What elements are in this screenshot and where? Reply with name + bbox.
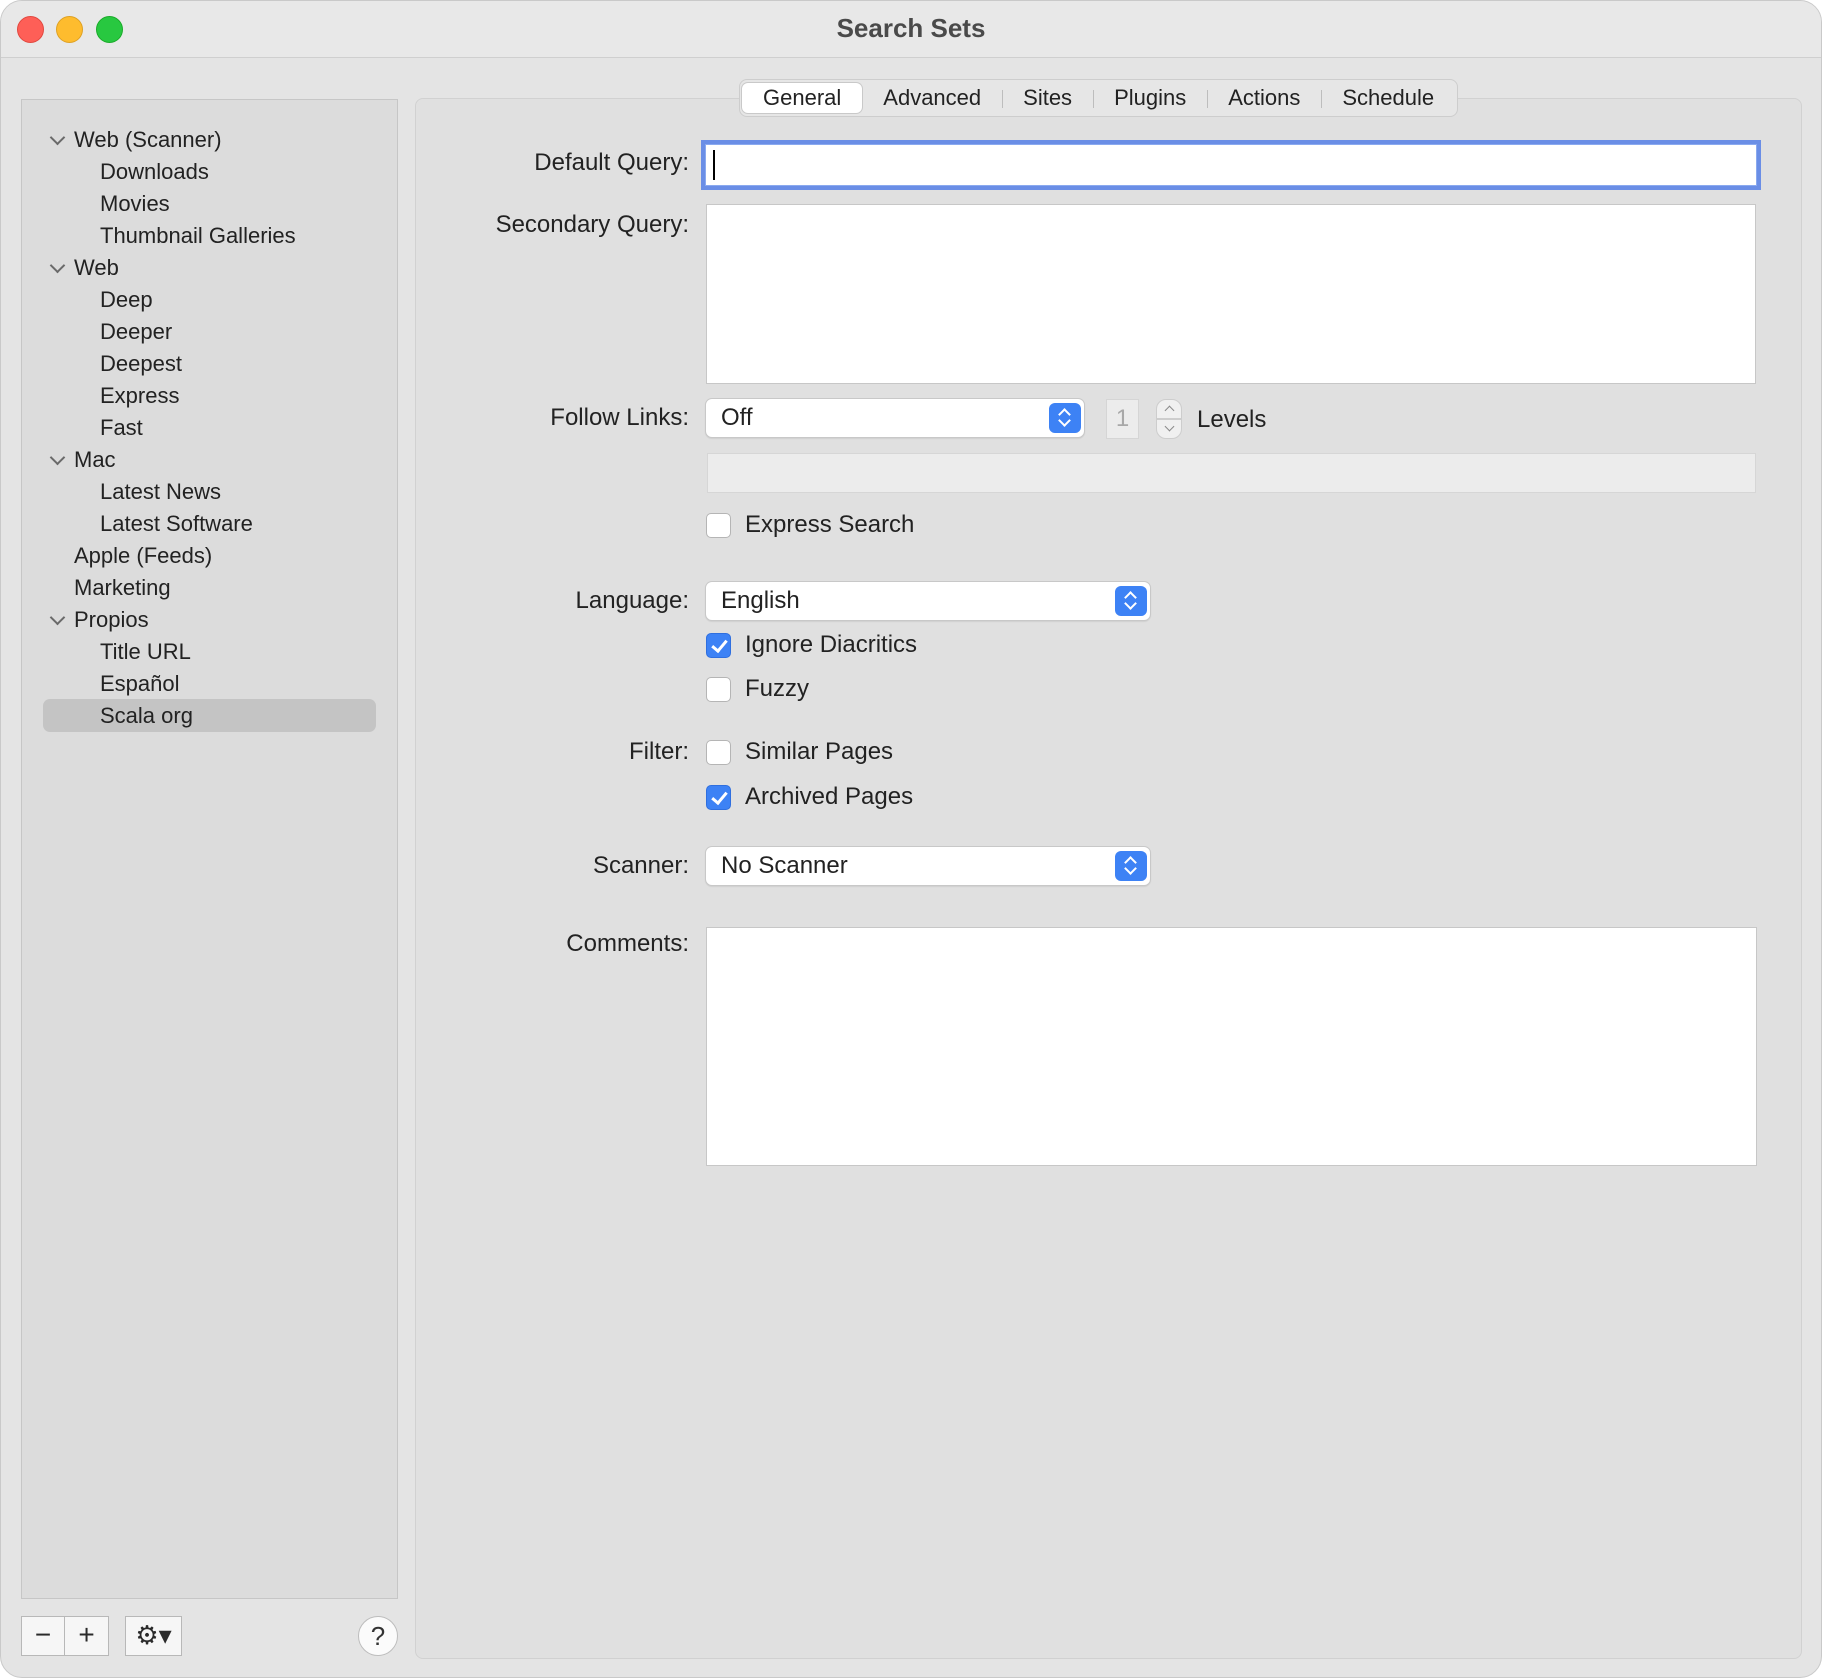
tab-general[interactable]: General [742,83,863,113]
filter-label: Filter: [629,738,689,765]
default-query-label: Default Query: [534,149,689,176]
fuzzy-checkbox[interactable] [706,677,731,702]
language-popup[interactable]: English [705,581,1151,621]
sidebar-item[interactable]: Express [22,380,397,412]
sidebar-item-label: Español [100,671,180,696]
sidebar-item-label: Thumbnail Galleries [100,223,296,248]
disclosure-chevron-icon[interactable] [48,124,68,156]
follow-links-value: Off [721,404,753,431]
popup-arrows-icon [1049,403,1081,433]
sidebar-item[interactable]: Deep [22,284,397,316]
sidebar-item[interactable]: Marketing [22,572,397,604]
sidebar-item[interactable]: Deeper [22,316,397,348]
express-search-checkbox[interactable] [706,513,731,538]
sidebar-item[interactable]: Apple (Feeds) [22,540,397,572]
sidebar-item-label: Express [100,383,180,408]
similar-pages-label: Similar Pages [745,738,894,765]
archived-pages-checkbox[interactable] [706,785,731,810]
sidebar-item[interactable]: Deepest [22,348,397,380]
remove-set-button[interactable]: − [21,1616,65,1656]
sidebar-item[interactable]: Latest News [22,476,397,508]
sidebar-item-label: Movies [100,191,170,216]
text-caret [713,150,715,180]
sidebar-item-label: Propios [74,607,149,632]
tab-bar: General Advanced Sites Plugins Actions S… [739,79,1459,117]
sidebar-item-label: Latest News [100,479,222,504]
scanner-popup[interactable]: No Scanner [705,846,1151,886]
sidebar-item-label: Web [74,255,119,280]
sidebar-item-label: Downloads [100,159,209,184]
stepper-up-icon[interactable] [1156,399,1182,419]
scanner-value: No Scanner [721,852,848,879]
disclosure-chevron-icon[interactable] [48,444,68,476]
sidebar-item-label: Deep [100,287,153,312]
sidebar-item[interactable]: Title URL [22,636,397,668]
sidebar-item[interactable]: Scala org [22,699,397,732]
levels-stepper[interactable] [1156,399,1182,439]
sidebar-item-label: Latest Software [100,511,253,536]
sidebar-item[interactable]: Movies [22,188,397,220]
sidebar-item-label: Apple (Feeds) [74,543,213,568]
help-button[interactable]: ? [358,1616,398,1656]
search-sets-window: Search Sets Web (Scanner) Downloads Movies… [0,0,1822,1678]
tab-actions[interactable]: Actions [1207,83,1321,113]
sidebar-item-label: Fast [100,415,143,440]
scanner-label: Scanner: [592,852,689,879]
sidebar-item[interactable]: Downloads [22,156,397,188]
popup-arrows-icon [1115,586,1147,616]
language-value: English [721,587,800,614]
sidebar-item-label: Deepest [100,351,182,376]
popup-arrows-icon [1115,851,1147,881]
archived-pages-label: Archived Pages [745,783,914,810]
follow-links-label: Follow Links: [550,404,689,431]
tab-sites[interactable]: Sites [1002,83,1093,113]
secondary-query-label: Secondary Query: [495,211,689,238]
default-query-field[interactable] [701,140,1761,190]
sidebar-item-label: Web (Scanner) [74,127,222,152]
title-bar: Search Sets [1,1,1821,58]
sidebar-item[interactable]: Propios [22,604,397,636]
disclosure-chevron-icon[interactable] [48,252,68,284]
gear-menu-button[interactable]: ⚙▾ [125,1616,182,1656]
sidebar-item-label: Marketing [74,575,171,600]
express-search-label: Express Search [745,511,915,538]
tab-plugins[interactable]: Plugins [1093,83,1207,113]
ignore-diacritics-label: Ignore Diacritics [745,631,918,658]
sidebar-item-label: Mac [74,447,116,472]
follow-links-url-field [707,453,1756,493]
language-label: Language: [575,587,689,614]
comments-field[interactable] [706,927,1757,1166]
sidebar-item[interactable]: Thumbnail Galleries [22,220,397,252]
sidebar-item[interactable]: Español [22,668,397,700]
sidebar-item[interactable]: Web (Scanner) [22,124,397,156]
similar-pages-checkbox[interactable] [706,740,731,765]
sidebar-item[interactable]: Fast [22,412,397,444]
search-sets-tree: Web (Scanner) Downloads Movies Thumbnail Ga… [22,124,397,732]
levels-field[interactable]: 1 [1106,399,1139,439]
stepper-down-icon[interactable] [1156,419,1182,439]
levels-label: Levels [1197,406,1267,433]
disclosure-chevron-icon[interactable] [48,604,68,636]
tab-advanced[interactable]: Advanced [862,83,1002,113]
comments-label: Comments: [566,930,689,957]
sidebar-item[interactable]: Mac [22,444,397,476]
sidebar-item-label: Scala org [100,703,193,728]
sidebar-item-label: Deeper [100,319,173,344]
window-title: Search Sets [836,13,986,43]
sidebar-item-label: Title URL [100,639,191,664]
follow-links-popup[interactable]: Off [705,398,1085,438]
sidebar-item[interactable]: Latest Software [22,508,397,540]
add-set-button[interactable]: + [64,1616,109,1656]
gear-icon: ⚙▾ [135,1620,172,1650]
fuzzy-label: Fuzzy [745,675,810,702]
tab-schedule[interactable]: Schedule [1321,83,1455,113]
sidebar-item[interactable]: Web [22,252,397,284]
ignore-diacritics-checkbox[interactable] [706,633,731,658]
search-sets-sidebar: Web (Scanner) Downloads Movies Thumbnail Ga… [21,99,398,1599]
secondary-query-field[interactable] [706,204,1756,384]
